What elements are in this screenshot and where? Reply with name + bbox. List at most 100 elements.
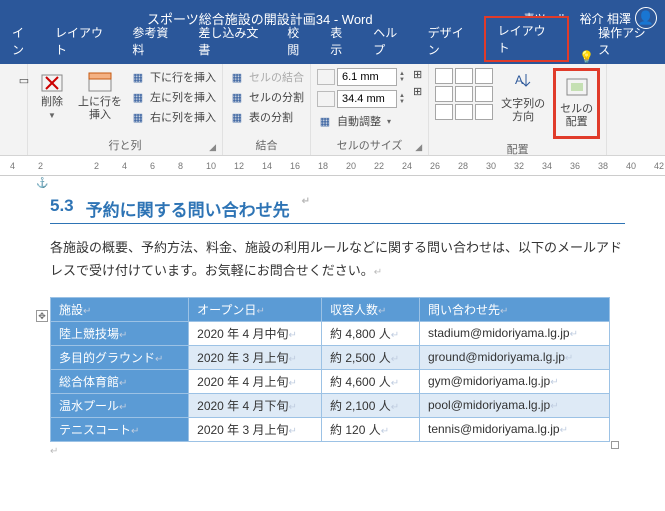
table-cell[interactable]: 2020 年 3 月上旬↵ — [189, 345, 322, 369]
autofit-button[interactable]: ▦自動調整▾ — [317, 112, 405, 130]
group-alignment: A 文字列の 方向 セルの 配置 配置 — [429, 64, 607, 155]
para-mark-icon: ↵ — [302, 196, 310, 221]
table-cell[interactable]: 約 4,800 人↵ — [322, 321, 420, 345]
table-cell[interactable]: pool@midoriyama.lg.jp↵ — [420, 393, 610, 417]
tab-table-design[interactable]: デザイン — [418, 18, 484, 64]
distribute-rows-button[interactable]: ⊞ — [413, 68, 422, 81]
tell-me[interactable]: 操作アシス — [598, 18, 665, 64]
para-mark-icon: ↵ — [50, 446, 625, 457]
text-direction-label: 文字列の 方向 — [501, 98, 545, 124]
table-row[interactable]: 温水プール↵2020 年 4 月下旬↵約 2,100 人↵pool@midori… — [51, 393, 610, 417]
group-rows-columns: 削除 ▼ 上に行を 挿入 ▦下に行を挿入 ▦左に列を挿入 ▦右に列を挿入 行と列… — [28, 64, 223, 155]
table-cell[interactable]: 多目的グラウンド↵ — [51, 345, 189, 369]
cellsize-group-label: セルのサイズ — [337, 140, 403, 152]
rows-cols-group-label: 行と列 — [109, 140, 142, 152]
col-width-input[interactable] — [337, 90, 397, 108]
table-cell[interactable]: 陸上競技場↵ — [51, 321, 189, 345]
split-table-icon: ▦ — [229, 110, 245, 124]
group-merge: ▦セルの結合 ▦セルの分割 ▦表の分割 結合 — [223, 64, 311, 155]
spin-down-icon[interactable]: ▼ — [399, 99, 405, 105]
align-bot-left[interactable] — [435, 104, 453, 120]
section-title: 予約に関する問い合わせ先 — [86, 196, 290, 221]
section-number: 5.3 — [50, 196, 74, 221]
table-header-row: 施設↵ オープン日↵ 収容人数↵ 問い合わせ先↵ — [51, 297, 610, 321]
para-text: 各施設の概要、予約方法、料金、施設の利用ルールなどに関する問い合わせは、以下のメ… — [50, 240, 622, 278]
row-height-input[interactable] — [337, 68, 397, 86]
table-cell[interactable]: 約 120 人↵ — [322, 417, 420, 441]
delete-icon — [38, 70, 66, 94]
alignment-grid — [435, 68, 493, 120]
align-top-right[interactable] — [475, 68, 493, 84]
facilities-table[interactable]: 施設↵ オープン日↵ 収容人数↵ 問い合わせ先↵ 陸上競技場↵2020 年 4 … — [50, 297, 610, 442]
table-cell[interactable]: 約 2,500 人↵ — [322, 345, 420, 369]
para-mark-icon: ↵ — [374, 267, 382, 278]
th-facility: 施設↵ — [51, 297, 189, 321]
table-cell[interactable]: tennis@midoriyama.lg.jp↵ — [420, 417, 610, 441]
table-row[interactable]: 総合体育館↵2020 年 4 月上旬↵約 4,600 人↵gym@midoriy… — [51, 369, 610, 393]
col-width-icon — [317, 91, 335, 107]
table-cell[interactable]: gym@midoriyama.lg.jp↵ — [420, 369, 610, 393]
autofit-icon: ▦ — [317, 114, 333, 128]
tab-table-layout[interactable]: レイアウト — [484, 16, 569, 62]
insert-above-label: 上に行を 挿入 — [78, 96, 122, 122]
cell-margins-button[interactable]: セルの 配置 — [553, 68, 600, 139]
dialog-launcher-icon[interactable]: ◢ — [415, 142, 422, 153]
insert-col-left-button[interactable]: ▦左に列を挿入 — [130, 88, 216, 106]
split-cells-button[interactable]: ▦セルの分割 — [229, 88, 304, 106]
tab-references[interactable]: 参考資料 — [122, 18, 188, 64]
table-cell[interactable]: stadium@midoriyama.lg.jp↵ — [420, 321, 610, 345]
anchor-icon: ⚓ — [36, 178, 48, 189]
delete-button[interactable]: 削除 ▼ — [34, 68, 70, 123]
group-cell-size: ▲▼ ▲▼ ▦自動調整▾ ⊞ ⊞ セルのサイズ◢ — [311, 64, 429, 155]
table-cell[interactable]: ground@midoriyama.lg.jp↵ — [420, 345, 610, 369]
align-mid-right[interactable] — [475, 86, 493, 102]
cell-margins-label: セルの 配置 — [560, 103, 593, 129]
table-row[interactable]: テニスコート↵2020 年 3 月上旬↵約 120 人↵tennis@midor… — [51, 417, 610, 441]
table-cell[interactable]: 2020 年 4 月下旬↵ — [189, 393, 322, 417]
align-top-left[interactable] — [435, 68, 453, 84]
text-direction-button[interactable]: A 文字列の 方向 — [497, 68, 549, 127]
split-table-button[interactable]: ▦表の分割 — [229, 108, 304, 126]
horizontal-ruler[interactable]: 4224681012141618202224262830323436384042 — [0, 156, 665, 176]
spin-down-icon[interactable]: ▼ — [399, 77, 405, 83]
table-cell[interactable]: 2020 年 4 月中旬↵ — [189, 321, 322, 345]
table-cell[interactable]: 温水プール↵ — [51, 393, 189, 417]
group-partial: ▭ — [0, 64, 28, 155]
text-direction-icon: A — [512, 70, 534, 96]
insert-above-icon — [86, 70, 114, 94]
split-icon: ▦ — [229, 90, 245, 104]
dialog-launcher-icon[interactable]: ◢ — [209, 142, 216, 153]
insert-row-below-button[interactable]: ▦下に行を挿入 — [130, 68, 216, 86]
table-cell[interactable]: 約 2,100 人↵ — [322, 393, 420, 417]
insert-col-right-button[interactable]: ▦右に列を挿入 — [130, 108, 216, 126]
insert-row-above-button[interactable]: 上に行を 挿入 — [74, 68, 126, 124]
merge-cells-button: ▦セルの結合 — [229, 68, 304, 86]
align-mid-center[interactable] — [455, 86, 473, 102]
align-top-center[interactable] — [455, 68, 473, 84]
th-open: オープン日↵ — [189, 297, 322, 321]
table-cell[interactable]: テニスコート↵ — [51, 417, 189, 441]
table-resize-handle[interactable] — [611, 441, 619, 449]
align-bot-center[interactable] — [455, 104, 473, 120]
tab-insert-partial[interactable]: イン — [2, 18, 45, 64]
tab-view[interactable]: 表示 — [320, 18, 363, 64]
row-height-icon — [317, 69, 335, 85]
align-mid-left[interactable] — [435, 86, 453, 102]
table-cell[interactable]: 2020 年 4 月上旬↵ — [189, 369, 322, 393]
th-capacity: 収容人数↵ — [322, 297, 420, 321]
table-cell[interactable]: 2020 年 3 月上旬↵ — [189, 417, 322, 441]
tell-me-icon: 💡 — [579, 50, 594, 64]
tab-mailings[interactable]: 差し込み文書 — [188, 18, 277, 64]
table-cell[interactable]: 約 4,600 人↵ — [322, 369, 420, 393]
tab-help[interactable]: ヘルプ — [363, 18, 417, 64]
align-bot-right[interactable] — [475, 104, 493, 120]
table-move-handle[interactable]: ✥ — [36, 310, 48, 322]
table-row[interactable]: 陸上競技場↵2020 年 4 月中旬↵約 4,800 人↵stadium@mid… — [51, 321, 610, 345]
table-row[interactable]: 多目的グラウンド↵2020 年 3 月上旬↵約 2,500 人↵ground@m… — [51, 345, 610, 369]
ribbon: ▭ 削除 ▼ 上に行を 挿入 ▦下に行を挿入 ▦左に列を挿入 ▦右に列を挿入 — [0, 64, 665, 156]
tab-review[interactable]: 校閲 — [277, 18, 320, 64]
distribute-cols-button[interactable]: ⊞ — [413, 85, 422, 98]
table-cell[interactable]: 総合体育館↵ — [51, 369, 189, 393]
row-below-label: 下に行を挿入 — [150, 69, 216, 85]
tab-layout[interactable]: レイアウト — [45, 18, 122, 64]
